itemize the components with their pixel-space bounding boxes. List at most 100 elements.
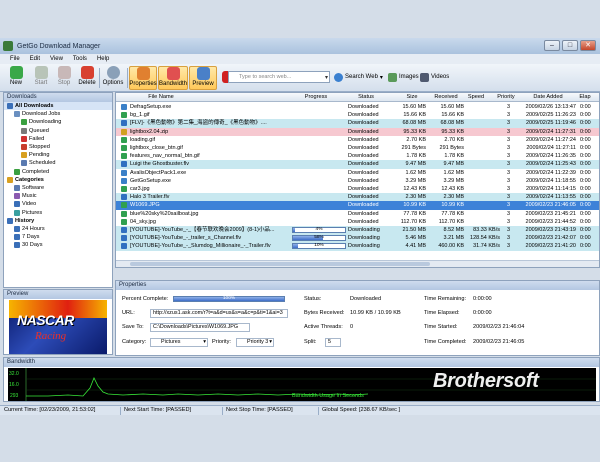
col-priority[interactable]: Priority — [494, 93, 518, 102]
tree-item-7-days[interactable]: 7 Days — [4, 233, 112, 241]
menu-help[interactable]: Help — [97, 56, 109, 62]
url-field[interactable]: http://xzus1.ask.com/r?t=a&d=us&s=a&c=p&… — [150, 309, 288, 318]
tree-item-video[interactable]: Video — [4, 200, 112, 208]
chevron-down-icon[interactable]: ▾ — [325, 73, 328, 83]
stop-button[interactable]: Stop — [52, 66, 76, 90]
menu-edit[interactable]: Edit — [30, 56, 40, 62]
table-row[interactable]: AvalisObjectPack1.exe Downloaded 1.62 MB 1.… — [116, 168, 599, 177]
col-status[interactable]: Status — [348, 93, 384, 102]
col-speed[interactable]: Speed — [466, 93, 486, 102]
table-row[interactable]: blue%20sky%20sailboat.jpg Downloaded 77.78… — [116, 209, 599, 218]
col-received[interactable]: Received — [431, 93, 461, 102]
close-button[interactable]: ✕ — [580, 40, 596, 51]
table-row[interactable]: 04_sky.jpg Downloaded 112.70 KB 112.70 KB 3 2… — [116, 217, 599, 226]
table-row[interactable]: lightbox2.04.zip Downloaded 95.33 KB 95.33 … — [116, 127, 599, 136]
prio-cell: 3 — [506, 169, 510, 176]
menu-view[interactable]: View — [50, 56, 63, 62]
tree-item-label: Download Jobs — [22, 111, 61, 118]
table-row[interactable]: lightbox_close_btn.gif Downloaded 291 Byte… — [116, 144, 599, 153]
tree-item-completed[interactable]: Completed — [4, 168, 112, 176]
table-row[interactable]: Halo 3 Trailer.flv Downloaded 2.30 MB 2.30 … — [116, 193, 599, 202]
col-progress[interactable]: Progress — [291, 93, 341, 102]
status-label: Status: — [304, 296, 322, 302]
menu-tools[interactable]: Tools — [73, 56, 87, 62]
split-stepper[interactable]: 5 — [325, 338, 341, 347]
table-row[interactable]: [YOUTUBE]-YouTube_-_trailer_s_Channel.fl… — [116, 234, 599, 243]
table-row[interactable]: loading.gif Downloaded 2.70 KB 2.70 KB 3 2009… — [116, 135, 599, 144]
tree-item-software[interactable]: Software — [4, 184, 112, 192]
status-cell: Downloaded — [348, 104, 379, 110]
recv-cell: 9.47 MB — [443, 161, 464, 168]
table-row[interactable]: car3.jpg Downloaded 12.43 KB 12.43 KB 3 2009/… — [116, 185, 599, 194]
bandwidth-icon — [166, 67, 180, 80]
size-cell: 21.50 MB — [402, 227, 426, 233]
videos-button[interactable]: Videos — [420, 71, 449, 83]
tree-item-pictures[interactable]: Pictures — [4, 208, 112, 216]
tree-item-label: Queued — [29, 127, 49, 134]
bandwidth-button[interactable]: Bandwidth — [158, 66, 188, 90]
file-type-icon — [121, 186, 127, 192]
tree-item-30-days[interactable]: 30 Days — [4, 241, 112, 249]
images-button[interactable]: Images — [388, 71, 419, 83]
size-cell: 12.43 KB — [403, 186, 426, 192]
start-button[interactable]: Start — [29, 66, 53, 90]
col-size[interactable]: Size — [400, 93, 424, 102]
table-row[interactable]: features_nav_normal_btn.gif Downloaded 1.7… — [116, 152, 599, 161]
search-input[interactable]: Type to search web... ▾ — [228, 71, 330, 83]
file-name-cell: GetGoSetup.exe — [130, 177, 171, 184]
col-elapsed[interactable]: Elap — [578, 93, 592, 102]
category-dropdown-icon[interactable]: ▾ — [203, 339, 206, 346]
folder-icon — [14, 184, 20, 191]
row-progress-text: 10% — [314, 243, 324, 249]
minimize-button[interactable]: – — [544, 40, 560, 51]
tree-item-queued[interactable]: Queued — [4, 127, 112, 135]
menu-file[interactable]: File — [10, 56, 20, 62]
status-cell: Downloaded — [348, 218, 379, 225]
file-type-icon — [121, 194, 127, 201]
table-row[interactable]: [YOUTUBE]-YouTube_-_【春节联欢晚会2009】(8-1)小品.… — [116, 226, 599, 235]
date-cell: 2009/02/23 21:43:19 — [525, 227, 576, 233]
maximize-button[interactable]: □ — [562, 40, 578, 51]
col-file-name[interactable]: File Name — [116, 93, 206, 102]
tree-item-stopped[interactable]: Stopped — [4, 143, 112, 151]
tree-item-music[interactable]: Music — [4, 192, 112, 200]
table-row[interactable]: GetGoSetup.exe Downloaded 3.29 MB 3.29 MB 3 2… — [116, 176, 599, 185]
tree-item-pending[interactable]: Pending — [4, 151, 112, 159]
saveto-field[interactable]: C:\Downloads\Pictures\W1069.JPG — [150, 323, 250, 332]
status-cell: Downloaded — [348, 186, 379, 192]
nascar-logo: NASCAR — [17, 312, 74, 328]
tree-item-history[interactable]: History — [4, 217, 112, 225]
status-cell: Downloading — [348, 227, 380, 233]
table-row[interactable]: [FLV]-《黑色動物》第二集_海盜的傳奇_《黑色動物》.... Download… — [116, 119, 599, 128]
file-type-icon — [121, 227, 127, 233]
tree-item-failed[interactable]: Failed — [4, 135, 112, 143]
tree-item-24-hours[interactable]: 24 Hours — [4, 225, 112, 233]
table-row[interactable]: W1069.JPG Downloaded 10.99 KB 10.99 KB 3 2009… — [116, 201, 599, 210]
col-date-added[interactable]: Date Added — [528, 93, 568, 102]
size-cell: 3.29 MB — [405, 177, 426, 184]
tree-item-scheduled[interactable]: Scheduled — [4, 159, 112, 167]
new-button[interactable]: New — [4, 66, 28, 90]
y-axis-label-high: 32.0 — [9, 371, 19, 377]
search-web-button[interactable]: Search Web ▾ — [334, 71, 383, 83]
delete-button[interactable]: Delete — [75, 66, 99, 90]
scrollbar-thumb[interactable] — [130, 262, 430, 266]
table-row[interactable]: [YOUTUBE]-YouTube_-_Slumdog_Millionaire_… — [116, 242, 599, 251]
tree-item-downloading[interactable]: Downloading — [4, 118, 112, 126]
search-web-dropdown-icon[interactable]: ▾ — [380, 74, 383, 81]
threads-label: Active Threads: — [304, 324, 343, 330]
table-row[interactable]: Luigi the Ghostbuster.flv Downloaded 9.47 … — [116, 160, 599, 169]
properties-button[interactable]: Properties — [129, 66, 157, 90]
tree-item-categories[interactable]: Categories — [4, 176, 112, 184]
options-button[interactable]: Options — [101, 66, 125, 90]
priority-select[interactable]: Priority 3 ▾ — [236, 338, 274, 347]
preview-button[interactable]: Preview — [189, 66, 217, 90]
tree-item-all-downloads[interactable]: All Downloads — [4, 102, 112, 111]
preview-icon — [196, 67, 210, 80]
table-row[interactable]: bg_1.gif Downloaded 15.66 KB 15.66 KB 3 2009/… — [116, 111, 599, 120]
table-row[interactable]: DefragSetup.exe Downloaded 15.60 MB 15.60 M… — [116, 103, 599, 112]
category-select[interactable]: Pictures ▾ — [150, 338, 208, 347]
horizontal-scrollbar[interactable] — [116, 260, 599, 267]
priority-dropdown-icon[interactable]: ▾ — [269, 339, 272, 346]
tree-item-download-jobs[interactable]: Download Jobs — [4, 110, 112, 118]
